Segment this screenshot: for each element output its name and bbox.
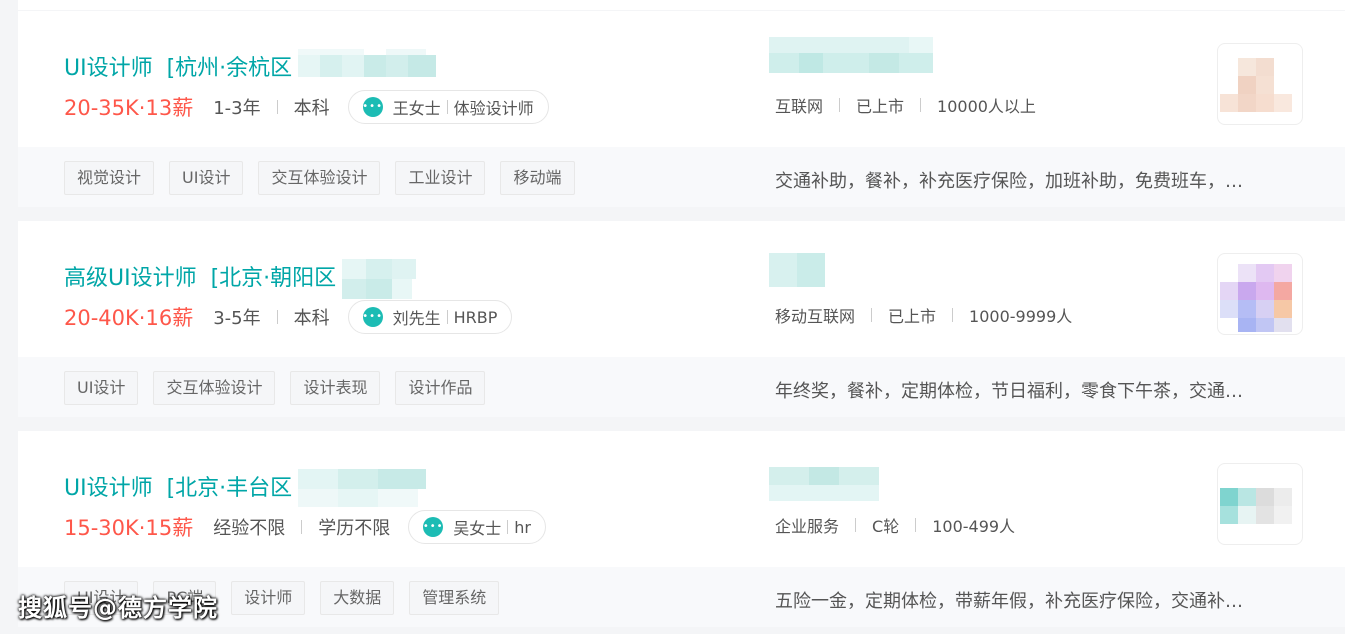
experience: 经验不限 (213, 518, 286, 539)
skill-tag[interactable]: UI设计 (169, 161, 244, 195)
company-logo[interactable] (1217, 463, 1303, 545)
recruiter-chat-button[interactable]: ••• 王女士 体验设计师 (347, 90, 549, 124)
job-title-link[interactable]: UI设计师 [北京·丰台区 (64, 469, 428, 507)
job-location: [杭州·余杭区 (166, 56, 293, 81)
chat-bubble-icon: ••• (423, 517, 444, 537)
chat-bubble-icon: ••• (362, 307, 383, 327)
welfare-text: 交通补助，餐补，补充医疗保险，加班补助，免费班车，… (775, 171, 1243, 192)
job-location: [北京·丰台区 (166, 476, 293, 501)
divider (446, 310, 448, 324)
blurred-text (298, 469, 428, 507)
company-meta: 移动互联网 已上市 1000-9999人 (775, 303, 1072, 327)
company-size: 10000人以上 (937, 97, 1036, 116)
divider (855, 518, 857, 532)
recruiter-chat-button[interactable]: ••• 刘先生 HRBP (347, 300, 513, 334)
company-stage: C轮 (872, 517, 900, 536)
divider (446, 100, 448, 114)
previous-card-edge (18, 0, 1345, 10)
card-footer: UI设计 交互体验设计 设计表现 设计作品 年终奖，餐补，定期体检，节日福利，零… (18, 357, 1345, 417)
recruiter-name: 王女士 (392, 99, 441, 118)
company-meta: 企业服务 C轮 100-499人 (775, 513, 1015, 537)
education: 本科 (293, 308, 330, 329)
skill-tag[interactable]: 设计表现 (290, 371, 381, 405)
experience: 3-5年 (213, 308, 261, 329)
divider (276, 100, 278, 114)
skill-tag[interactable]: 交互体验设计 (153, 371, 276, 405)
chat-bubble-icon: ••• (362, 97, 383, 117)
skill-tag[interactable]: 移动端 (500, 161, 575, 195)
skill-tag[interactable]: 设计作品 (395, 371, 486, 405)
company-size: 100-499人 (932, 517, 1016, 536)
salary: 20-40K·16薪 (64, 306, 194, 330)
recruiter-name: 吴女士 (453, 519, 502, 538)
company-stage: 已上市 (888, 307, 937, 326)
job-title-link[interactable]: UI设计师 [杭州·余杭区 (64, 49, 438, 83)
welfare-text: 年终奖，餐补，定期体检，节日福利，零食下午茶，交通… (775, 381, 1243, 402)
divider (952, 308, 954, 322)
job-card[interactable]: UI设计师 [杭州·余杭区 20-35K·13薪 1-3年 本科 ••• 王女士… (18, 11, 1345, 207)
company-logo[interactable] (1217, 253, 1303, 335)
divider (915, 518, 917, 532)
divider (301, 520, 303, 534)
experience: 1-3年 (213, 98, 261, 119)
skill-tag[interactable]: 大数据 (320, 581, 395, 615)
recruiter-role: HRBP (453, 307, 498, 327)
skill-tag[interactable]: 交互体验设计 (258, 161, 381, 195)
divider (276, 310, 278, 324)
salary: 15-30K·15薪 (64, 516, 194, 540)
skill-tags: UI设计 交互体验设计 设计表现 设计作品 (64, 371, 500, 405)
recruiter-name: 刘先生 (392, 309, 441, 328)
company-name-blurred[interactable] (769, 37, 933, 77)
education: 学历不限 (318, 518, 391, 539)
watermark: 搜狐号@德方学院 (18, 594, 218, 622)
blurred-text (342, 259, 418, 299)
job-title[interactable]: 高级UI设计师 (64, 260, 197, 292)
company-size: 1000-9999人 (969, 307, 1073, 326)
company-logo[interactable] (1217, 43, 1303, 125)
company-meta: 互联网 已上市 10000人以上 (775, 93, 1036, 117)
skill-tag[interactable]: 设计师 (231, 581, 306, 615)
company-industry: 移动互联网 (775, 307, 856, 326)
recruiter-role: hr (514, 517, 531, 537)
company-stage: 已上市 (856, 97, 905, 116)
skill-tag[interactable]: 视觉设计 (64, 161, 155, 195)
salary: 20-35K·13薪 (64, 96, 194, 120)
divider (507, 520, 509, 534)
welfare-text: 五险一金，定期体检，带薪年假，补充医疗保险，交通补… (775, 591, 1243, 612)
education: 本科 (293, 98, 330, 119)
company-industry: 互联网 (775, 97, 824, 116)
job-title[interactable]: UI设计师 (64, 470, 153, 502)
recruiter-chat-button[interactable]: ••• 吴女士 hr (408, 510, 546, 544)
job-location: [北京·朝阳区 (210, 266, 337, 291)
blurred-text (298, 49, 438, 83)
skill-tag[interactable]: UI设计 (64, 371, 139, 405)
divider (871, 308, 873, 322)
skill-tag[interactable]: 管理系统 (409, 581, 500, 615)
recruiter-role: 体验设计师 (453, 99, 534, 118)
divider (920, 98, 922, 112)
skill-tag[interactable]: 工业设计 (395, 161, 486, 195)
company-name-blurred[interactable] (769, 467, 879, 507)
job-title-link[interactable]: 高级UI设计师 [北京·朝阳区 (64, 259, 418, 299)
divider (839, 98, 841, 112)
card-footer: 视觉设计 UI设计 交互体验设计 工业设计 移动端 交通补助，餐补，补充医疗保险… (18, 147, 1345, 207)
job-card[interactable]: 高级UI设计师 [北京·朝阳区 20-40K·16薪 3-5年 本科 ••• 刘… (18, 221, 1345, 417)
company-industry: 企业服务 (775, 517, 840, 536)
company-name-blurred[interactable] (769, 253, 829, 293)
skill-tags: 视觉设计 UI设计 交互体验设计 工业设计 移动端 (64, 161, 590, 195)
job-title[interactable]: UI设计师 (64, 50, 153, 82)
